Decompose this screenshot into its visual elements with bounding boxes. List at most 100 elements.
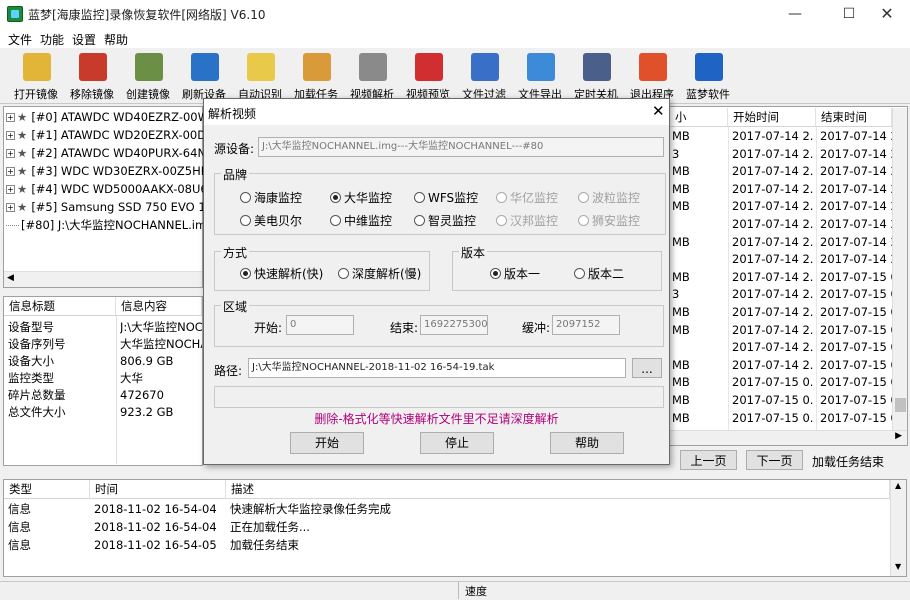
expand-icon[interactable]: + <box>6 167 15 176</box>
file-cell-start: 2017-07-14 2... <box>732 269 814 284</box>
file-cell-start: 2017-07-15 0... <box>732 375 814 390</box>
prev-page-button[interactable]: 上一页 <box>680 450 737 470</box>
file-cell-size: 3 <box>672 287 680 302</box>
brand-radio[interactable]: 中维监控 <box>330 212 392 229</box>
tree-item[interactable]: + ★ [#4] WDC WD5000AAKX-08U6AA <box>6 180 224 198</box>
stop-button[interactable]: 停止 <box>420 432 494 454</box>
radio-icon <box>240 215 251 226</box>
info-row-value: J:\大华监控NOCH <box>120 320 202 334</box>
expand-icon[interactable]: + <box>6 149 15 158</box>
menu-settings[interactable]: 设置 <box>72 31 96 48</box>
brand-radio[interactable]: 大华监控 <box>330 189 392 206</box>
brand-radio[interactable]: 美电贝尔 <box>240 212 302 229</box>
toolbar-button-exit[interactable]: 退出程序 <box>624 51 680 101</box>
file-header-end[interactable]: 结束时间 <box>816 108 892 127</box>
radio-icon <box>496 192 507 203</box>
file-cell-end: 2017-07-14 2... <box>820 217 892 231</box>
toolbar-button-video-preview[interactable]: 视频预览 <box>400 51 456 101</box>
minimize-button[interactable]: — <box>772 0 818 28</box>
log-cell-desc: 加载任务结束 <box>230 538 299 552</box>
toolbar-button-file-filter[interactable]: 文件过滤 <box>456 51 512 101</box>
brand-radio[interactable]: 智灵监控 <box>414 212 476 229</box>
info-row-title: 设备大小 <box>8 354 54 368</box>
version-one-radio[interactable]: 版本一 <box>490 265 540 282</box>
tree-item[interactable]: + ★ [#3] WDC WD30EZRX-00Z5HB08 <box>6 162 223 180</box>
info-row-value: 大华监控NOCHAN <box>120 337 202 351</box>
toolbar-button-auto-detect[interactable]: 自动识别 <box>232 51 288 101</box>
file-cell-size: MB <box>672 181 690 196</box>
log-header-type[interactable]: 类型 <box>4 480 90 499</box>
next-page-button[interactable]: 下一页 <box>746 450 803 470</box>
toolbar-button-info[interactable]: 蓝梦软件 <box>680 51 736 101</box>
video-parse-icon <box>359 53 387 81</box>
radio-icon <box>414 215 425 226</box>
menu-file[interactable]: 文件 <box>8 31 32 48</box>
tree-item[interactable]: + ★ [#1] ATAWDC WD20EZRX-00D0A <box>6 126 221 144</box>
file-cell-start: 2017-07-14 2... <box>732 287 814 302</box>
dialog-close-icon[interactable]: ✕ <box>652 102 665 120</box>
expand-icon[interactable]: + <box>6 203 15 212</box>
brand-radio[interactable]: 海康监控 <box>240 189 302 206</box>
menu-function[interactable]: 功能 <box>40 31 64 48</box>
info-header-title[interactable]: 信息标题 <box>4 297 116 316</box>
mode-deep-radio[interactable]: 深度解析(慢) <box>338 265 421 282</box>
tree-item[interactable]: + ★ [#5] Samsung SSD 750 EVO 120G <box>6 198 229 216</box>
exit-icon <box>639 53 667 81</box>
close-button[interactable]: ✕ <box>864 0 910 28</box>
brand-radio: 狮安监控 <box>578 212 640 229</box>
toolbar-button-open-image[interactable]: 打开镜像 <box>8 51 64 101</box>
file-vertical-scrollbar[interactable] <box>892 108 907 430</box>
refresh-device-icon <box>191 53 219 81</box>
file-cell-end: 2017-07-14 2... <box>820 199 892 214</box>
radio-icon <box>578 192 589 203</box>
toolbar-button-file-export[interactable]: 文件导出 <box>512 51 568 101</box>
version-two-radio[interactable]: 版本二 <box>574 265 624 282</box>
log-header-desc[interactable]: 描述 <box>226 480 890 499</box>
start-field[interactable]: 0 <box>286 315 354 335</box>
log-cell-type: 信息 <box>8 520 31 534</box>
toolbar-button-remove-image[interactable]: 移除镜像 <box>64 51 120 101</box>
toolbar-button-timer-shutdown[interactable]: 定时关机 <box>568 51 624 101</box>
browse-button[interactable]: ... <box>632 358 662 378</box>
file-cell-end: 2017-07-15 0... <box>820 393 892 407</box>
help-button[interactable]: 帮助 <box>550 432 624 454</box>
file-horizontal-scrollbar[interactable]: ▶ <box>661 430 907 445</box>
file-cell-start: 2017-07-14 2... <box>732 199 814 214</box>
tree-item[interactable]: [#80] J:\大华监控NOCHANNEL.img <box>6 216 213 234</box>
pager-status: 加载任务结束 <box>812 455 885 469</box>
log-vertical-scrollbar[interactable]: ▲ ▼ <box>890 480 906 576</box>
tree-connector <box>6 225 19 226</box>
radio-icon <box>414 192 425 203</box>
menu-help[interactable]: 帮助 <box>104 31 128 48</box>
toolbar-button-video-parse[interactable]: 视频解析 <box>344 51 400 101</box>
tree-item[interactable]: + ★ [#2] ATAWDC WD40PURX-64N0A <box>6 144 221 162</box>
video-preview-icon <box>415 53 443 81</box>
radio-icon <box>490 268 501 279</box>
log-header-time[interactable]: 时间 <box>90 480 226 499</box>
tree-item[interactable]: + ★ [#0] ATAWDC WD40EZRZ-00W0A <box>6 108 224 126</box>
toolbar-button-create-image[interactable]: 创建镜像 <box>120 51 176 101</box>
file-header-size[interactable]: 小 <box>670 108 728 127</box>
auto-detect-icon <box>247 53 275 81</box>
tree-item-label: [#0] ATAWDC WD40EZRZ-00W0A <box>31 110 225 124</box>
end-field[interactable]: 1692275300 <box>420 315 488 335</box>
toolbar-button-load-task[interactable]: 加载任务 <box>288 51 344 101</box>
mode-fast-radio[interactable]: 快速解析(快) <box>240 265 323 282</box>
expand-icon[interactable]: + <box>6 131 15 140</box>
brand-radio[interactable]: WFS监控 <box>414 189 478 206</box>
tree-horizontal-scrollbar[interactable]: ◀ <box>4 271 202 287</box>
source-field[interactable]: J:\大华监控NOCHANNEL.img---大华监控NOCHANNEL---#… <box>258 137 664 157</box>
radio-icon <box>338 268 349 279</box>
expand-icon[interactable]: + <box>6 113 15 122</box>
info-row-value: 806.9 GB <box>120 354 174 368</box>
file-cell-start: 2017-07-14 2... <box>732 252 814 267</box>
file-cell-start: 2017-07-14 2... <box>732 340 814 355</box>
file-cell-start: 2017-07-14 2... <box>732 234 814 249</box>
toolbar-button-refresh-device[interactable]: 刷新设备 <box>176 51 232 101</box>
file-header-start[interactable]: 开始时间 <box>728 108 816 127</box>
start-button[interactable]: 开始 <box>290 432 364 454</box>
info-header-content[interactable]: 信息内容 <box>116 297 202 316</box>
path-field[interactable]: J:\大华监控NOCHANNEL-2018-11-02 16-54-19.tak <box>248 358 626 378</box>
expand-icon[interactable]: + <box>6 185 15 194</box>
buffer-field[interactable]: 2097152 <box>552 315 620 335</box>
